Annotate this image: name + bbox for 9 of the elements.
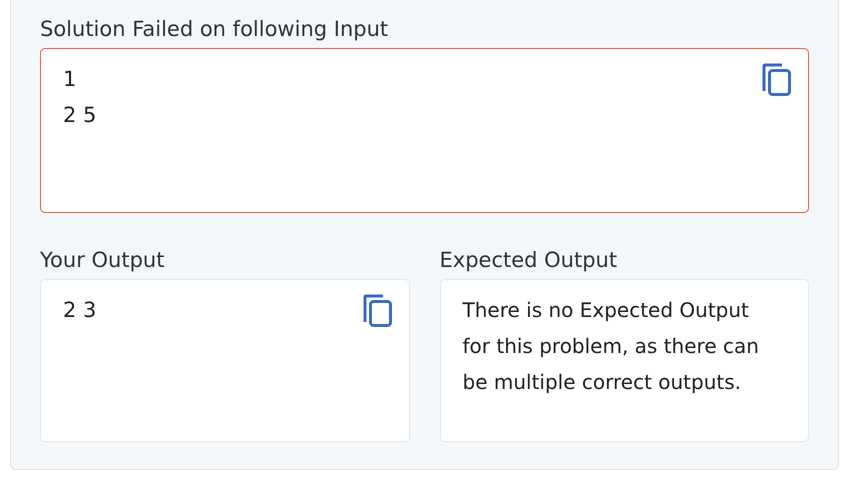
section-label: Expected Output	[440, 247, 618, 274]
copy-icon[interactable]	[762, 63, 792, 97]
section-label: Your Output	[40, 247, 166, 274]
section-label: Solution Failed on following Input	[40, 16, 390, 43]
output-line: 2 3	[63, 297, 96, 324]
input-line: 1	[63, 66, 76, 93]
copy-icon[interactable]	[362, 294, 392, 328]
input-line: 2 5	[63, 102, 96, 129]
expected-output-message: There is no Expected Output for this problem, as there can be multiple correct outputs.	[462, 297, 760, 396]
